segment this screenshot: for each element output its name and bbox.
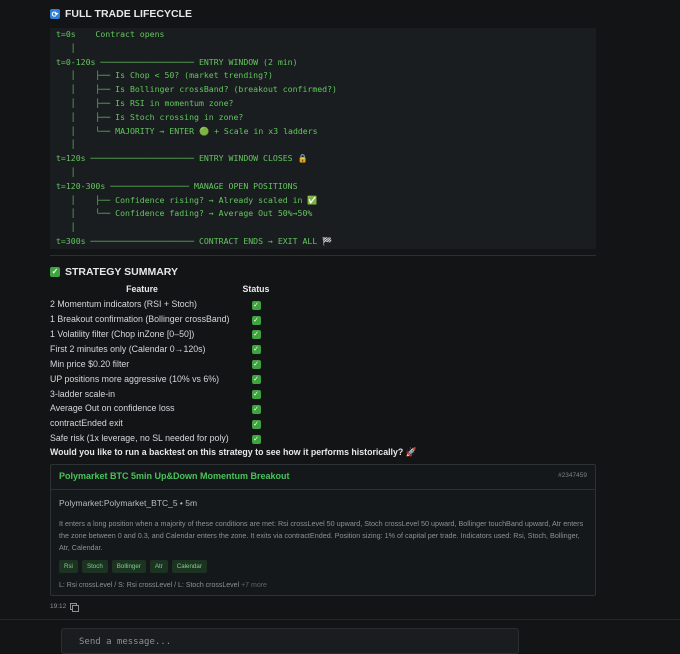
- summary-title: STRATEGY SUMMARY: [65, 265, 178, 278]
- feature-cell: First 2 minutes only (Calendar 0→120s): [50, 343, 206, 354]
- code-line: t=0-120s ─────────────────── ENTRY WINDO…: [56, 56, 298, 67]
- summary-row: UP positions more aggressive (10% vs 6%)…: [50, 371, 278, 386]
- status-cell: ✓: [234, 386, 278, 401]
- summary-table: Feature Status 2 Momentum indicators (RS…: [50, 284, 278, 446]
- copy-icon[interactable]: [70, 602, 80, 612]
- divider: [50, 254, 596, 256]
- strategy-card-title[interactable]: Polymarket BTC 5min Up&Down Momentum Bre…: [59, 471, 290, 481]
- feature-cell: 2 Momentum indicators (RSI + Stoch): [50, 299, 197, 310]
- summary-row: Safe risk (1x leverage, no SL needed for…: [50, 431, 278, 446]
- check-icon: ✓: [251, 434, 261, 444]
- code-line: t=120-300s ──────────────── MANAGE OPEN …: [56, 180, 298, 191]
- indicator-tag: Rsi: [59, 559, 78, 573]
- status-cell: ✓: [234, 312, 278, 327]
- strategy-card-market: Polymarket:Polymarket_BTC_5 • 5m: [59, 497, 198, 508]
- feature-cell: 3-ladder scale-in: [50, 388, 116, 399]
- feature-cell: UP positions more aggressive (10% vs 6%): [50, 373, 220, 384]
- indicator-tag: Atr: [149, 559, 168, 573]
- feature-cell: Min price $0.20 filter: [50, 358, 130, 369]
- code-line: │ ├── Confidence rising? → Already scale…: [56, 194, 318, 205]
- code-line: │: [56, 166, 76, 177]
- message-timestamp: 19:12: [50, 602, 67, 610]
- code-line: t=300s ───────────────────── CONTRACT EN…: [56, 235, 333, 246]
- code-line: │ ├── Is Chop < 50? (market trending?): [56, 70, 273, 81]
- status-cell: ✓: [234, 371, 278, 386]
- lifecycle-heading: ⟳ FULL TRADE LIFECYCLE: [50, 8, 596, 20]
- summary-row: 1 Breakout confirmation (Bollinger cross…: [50, 312, 278, 327]
- strategy-card-description: It enters a long position when a majorit…: [59, 518, 584, 552]
- check-icon: ✓: [251, 345, 261, 355]
- feature-cell: 1 Breakout confirmation (Bollinger cross…: [50, 314, 230, 325]
- check-icon: ✓: [251, 300, 261, 310]
- check-icon: ✓: [251, 330, 261, 340]
- code-line: t=0s Contract opens: [56, 29, 165, 39]
- status-cell: ✓: [234, 297, 278, 312]
- check-icon: ✓: [251, 390, 261, 400]
- feature-cell: Safe risk (1x leverage, no SL needed for…: [50, 433, 229, 444]
- summary-row: Min price $0.20 filter ✓: [50, 356, 278, 371]
- indicator-tag: Bollinger: [111, 559, 146, 573]
- summary-row: 3-ladder scale-in ✓: [50, 386, 278, 401]
- code-line: │: [56, 42, 76, 53]
- summary-row: 1 Volatility filter (Chop inZone [0–50])…: [50, 327, 278, 342]
- code-line: │ └── Confidence fading? → Average Out 5…: [56, 208, 313, 219]
- status-cell: ✓: [234, 327, 278, 342]
- code-line: │ ├── Is Stoch crossing in zone?: [56, 111, 244, 122]
- status-cell: ✓: [234, 341, 278, 356]
- summary-row: 2 Momentum indicators (RSI + Stoch) ✓: [50, 297, 278, 312]
- indicator-tag: Calendar: [171, 559, 207, 573]
- status-cell: ✓: [234, 356, 278, 371]
- feature-cell: contractEnded exit: [50, 418, 123, 429]
- message-meta: 19:12: [50, 602, 596, 612]
- code-line: │ └── MAJORITY → ENTER 🟢 + Scale in x3 l…: [56, 125, 318, 136]
- status-column-header: Status: [242, 283, 270, 294]
- summary-table-header: Feature Status: [50, 284, 278, 297]
- assistant-message: ⟳ FULL TRADE LIFECYCLE t=0s Contract ope…: [50, 8, 596, 612]
- feature-cell: 1 Volatility filter (Chop inZone [0–50]): [50, 328, 195, 339]
- strategy-card-body: Polymarket:Polymarket_BTC_5 • 5m It ente…: [51, 490, 595, 595]
- more-signals-link[interactable]: +7 more: [241, 582, 267, 589]
- feature-cell: Average Out on confidence loss: [50, 403, 175, 414]
- check-icon: ✓: [251, 375, 261, 385]
- summary-row: First 2 minutes only (Calendar 0→120s) ✓: [50, 341, 278, 356]
- backtest-question: Would you like to run a backtest on this…: [50, 446, 417, 457]
- check-icon: ✓: [251, 404, 261, 414]
- code-line: │: [56, 139, 76, 150]
- status-cell: ✓: [234, 401, 278, 416]
- indicator-tags: Rsi Stoch Bollinger Atr Calendar: [59, 559, 587, 573]
- summary-row: Average Out on confidence loss ✓: [50, 401, 278, 416]
- status-cell: ✓: [234, 416, 278, 431]
- message-composer[interactable]: [61, 628, 519, 654]
- summary-heading: ✓ STRATEGY SUMMARY: [50, 266, 596, 278]
- check-icon: ✓: [50, 266, 60, 277]
- composer-divider: [0, 619, 680, 620]
- status-cell: ✓: [234, 431, 278, 446]
- strategy-card-header: Polymarket BTC 5min Up&Down Momentum Bre…: [51, 465, 595, 490]
- signal-summary: L: Rsi crossLevel / S: Rsi crossLevel / …: [59, 581, 240, 589]
- check-icon: ✓: [251, 315, 261, 325]
- code-line: t=120s ───────────────────── ENTRY WINDO…: [56, 153, 308, 164]
- strategy-card-id: #2347459: [558, 472, 587, 480]
- indicator-tag: Stoch: [81, 559, 108, 573]
- lifecycle-title: FULL TRADE LIFECYCLE: [65, 8, 192, 20]
- strategy-card[interactable]: Polymarket BTC 5min Up&Down Momentum Bre…: [50, 463, 596, 596]
- summary-row: contractEnded exit ✓: [50, 416, 278, 431]
- code-line: │ ├── Is RSI in momentum zone?: [56, 97, 234, 108]
- feature-column-header: Feature: [126, 283, 158, 294]
- code-line: │ ├── Is Bollinger crossBand? (breakout …: [56, 84, 337, 95]
- repeat-icon: ⟳: [50, 9, 60, 19]
- message-input[interactable]: [62, 629, 518, 647]
- strategy-card-signals: L: Rsi crossLevel / S: Rsi crossLevel / …: [59, 582, 587, 589]
- code-line: │: [56, 222, 76, 233]
- lifecycle-code-block: t=0s Contract opens │ t=0-120s ──────────…: [50, 28, 596, 249]
- check-icon: ✓: [251, 360, 261, 370]
- check-icon: ✓: [251, 419, 261, 429]
